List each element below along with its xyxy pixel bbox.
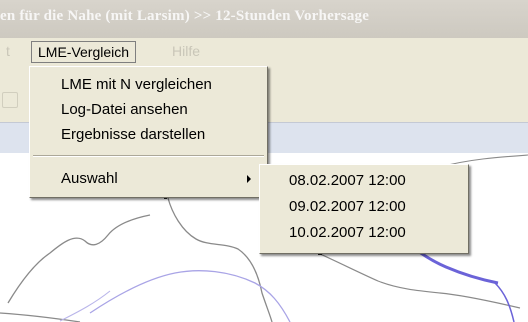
river-main xyxy=(89,270,291,322)
lme-vergleich-menu: LME mit N vergleichen Log-Datei ansehen … xyxy=(29,66,268,198)
menubar-item-lme-vergleich[interactable]: LME-Vergleich xyxy=(31,41,137,63)
submenu-item-date-3[interactable]: 10.02.2007 12:00 xyxy=(262,221,466,245)
submenu-item-date-1[interactable]: 08.02.2007 12:00 xyxy=(262,169,466,193)
menu-bar: t LME-Vergleich Hilfe xyxy=(0,38,528,64)
menu-separator xyxy=(33,155,264,157)
catchment-border-center xyxy=(167,197,273,322)
menubar-item-hilfe[interactable]: Hilfe xyxy=(166,41,206,61)
auswahl-submenu: 08.02.2007 12:00 09.02.2007 12:00 10.02.… xyxy=(259,164,469,254)
menu-item-auswahl[interactable]: Auswahl xyxy=(32,167,265,191)
menu-item-auswahl-label: Auswahl xyxy=(61,170,118,187)
title-bar: en für die Nahe (mit Larsim) >> 12-Stund… xyxy=(0,0,528,38)
menubar-item-previous[interactable]: t xyxy=(0,41,16,61)
submenu-item-date-2[interactable]: 09.02.2007 12:00 xyxy=(262,195,466,219)
toolbar-icon[interactable] xyxy=(2,92,18,108)
menu-item-lme-mit-n-vergleichen[interactable]: LME mit N vergleichen xyxy=(32,73,265,97)
menu-item-ergebnisse-darstellen[interactable]: Ergebnisse darstellen xyxy=(32,123,265,147)
submenu-arrow-icon xyxy=(247,175,251,183)
window-title: en für die Nahe (mit Larsim) >> 12-Stund… xyxy=(0,8,370,24)
menu-item-log-datei-ansehen[interactable]: Log-Datei ansehen xyxy=(32,98,265,122)
river-tributary xyxy=(59,290,111,322)
